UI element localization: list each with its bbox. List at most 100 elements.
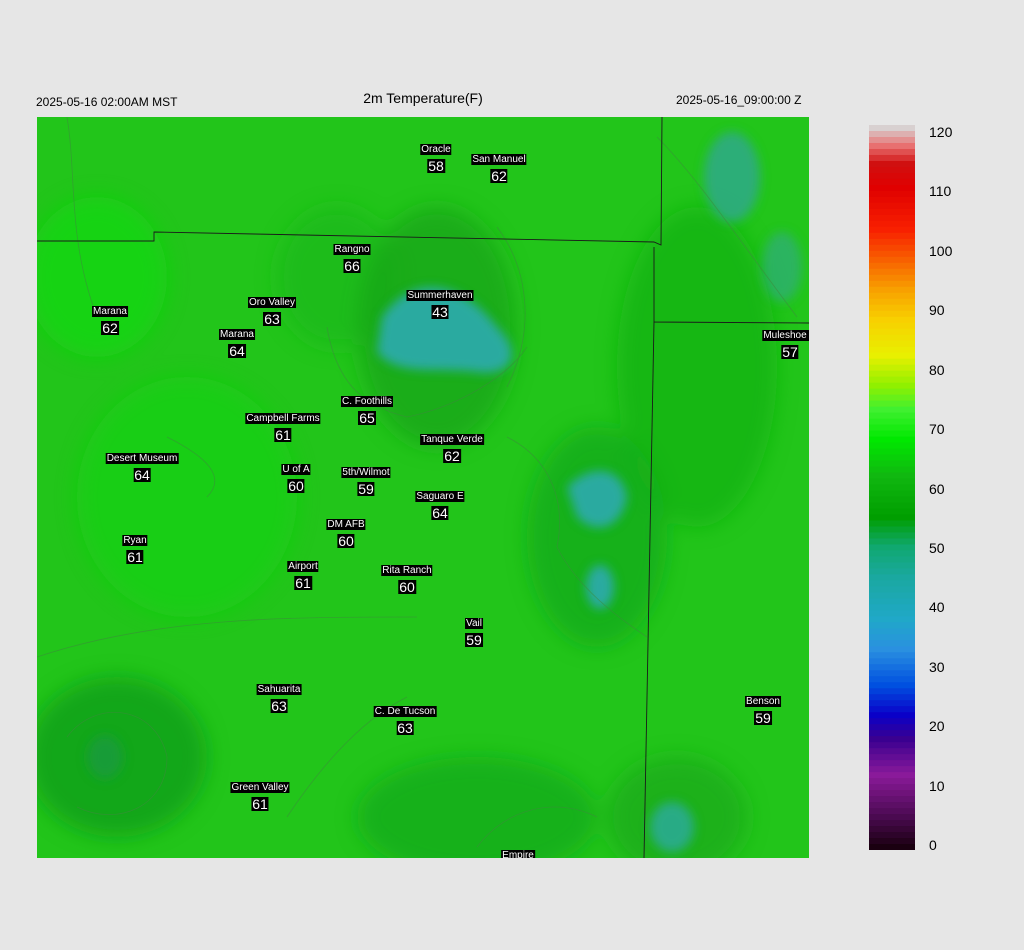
station-name: Marana bbox=[92, 306, 128, 317]
colorbar-band bbox=[869, 580, 915, 587]
colorbar-band bbox=[869, 814, 915, 821]
colorbar-band bbox=[869, 544, 915, 552]
colorbar-band bbox=[869, 412, 915, 420]
colorbar-band bbox=[869, 634, 915, 641]
colorbar-band bbox=[869, 730, 915, 737]
colorbar-band bbox=[869, 226, 915, 234]
colorbar-band bbox=[869, 496, 915, 504]
colorbar-tick-label: 0 bbox=[929, 837, 937, 853]
colorbar-tick-label: 60 bbox=[929, 480, 945, 497]
colorbar-band bbox=[869, 724, 915, 731]
colorbar-band bbox=[869, 478, 915, 486]
colorbar-band bbox=[869, 670, 915, 677]
colorbar-band bbox=[869, 646, 915, 653]
colorbar-band bbox=[869, 772, 915, 779]
colorbar-band bbox=[869, 202, 915, 210]
colorbar-band bbox=[869, 784, 915, 791]
colorbar-band bbox=[869, 664, 915, 671]
colorbar-band bbox=[869, 148, 915, 156]
colorbar-band bbox=[869, 388, 915, 396]
station-value: 61 bbox=[294, 575, 312, 591]
colorbar-band bbox=[869, 304, 915, 312]
station-name: Tanque Verde bbox=[420, 434, 484, 445]
colorbar-band bbox=[869, 322, 915, 330]
colorbar-band bbox=[869, 550, 915, 557]
station-name: U of A bbox=[281, 464, 311, 475]
station-name: Rita Ranch bbox=[381, 565, 433, 576]
colorbar-band bbox=[869, 622, 915, 629]
station-value: 64 bbox=[133, 467, 151, 483]
colorbar-band bbox=[869, 592, 915, 599]
colorbar-band bbox=[869, 214, 915, 222]
colorbar-band bbox=[869, 610, 915, 617]
station-label: Ryan 61 bbox=[122, 530, 148, 564]
station-value: 60 bbox=[337, 533, 355, 549]
station-value: 65 bbox=[358, 410, 376, 426]
station-name: Desert Museum bbox=[105, 453, 179, 464]
colorbar-band bbox=[869, 466, 915, 474]
colorbar-band bbox=[869, 712, 915, 719]
station-label: Saguaro E 64 bbox=[415, 486, 465, 521]
colorbar-tick-label: 20 bbox=[929, 718, 945, 735]
colorbar-tick-label: 100 bbox=[929, 242, 953, 259]
station-value: 59 bbox=[465, 632, 483, 648]
colorbar-band bbox=[869, 382, 915, 390]
colorbar-band bbox=[869, 604, 915, 611]
colorbar-band bbox=[869, 706, 915, 713]
colorbar-band bbox=[869, 178, 915, 186]
station-name: Airport bbox=[287, 561, 319, 572]
colorbar-band bbox=[869, 232, 915, 240]
colorbar-band bbox=[869, 256, 915, 264]
station-name: Benson bbox=[745, 696, 781, 707]
colorbar-tick-label: 70 bbox=[929, 421, 945, 438]
colorbar-band bbox=[869, 514, 915, 522]
colorbar-band bbox=[869, 208, 915, 216]
colorbar-band bbox=[869, 598, 915, 605]
station-name: San Manuel bbox=[471, 154, 527, 165]
colorbar-band bbox=[869, 748, 915, 755]
colorbar-band bbox=[869, 184, 915, 192]
colorbar-band bbox=[869, 460, 915, 468]
colorbar-band bbox=[869, 328, 915, 336]
station-label: C. De Tucson 63 bbox=[373, 701, 437, 736]
station-label: Marana 62 bbox=[92, 301, 128, 335]
colorbar-band bbox=[869, 436, 915, 444]
colorbar-band bbox=[869, 280, 915, 288]
station-value: 61 bbox=[274, 427, 292, 443]
colorbar-tick-label: 120 bbox=[929, 124, 953, 140]
colorbar-band bbox=[869, 340, 915, 348]
colorbar-band bbox=[869, 370, 915, 378]
station-value: 63 bbox=[396, 720, 414, 736]
colorbar-band bbox=[869, 142, 915, 150]
station-label: Rita Ranch 60 bbox=[381, 560, 433, 594]
station-name: Ryan bbox=[122, 535, 148, 546]
colorbar-band bbox=[869, 190, 915, 198]
station-value: 64 bbox=[431, 505, 449, 521]
colorbar-band bbox=[869, 136, 915, 144]
station-value: 58 bbox=[427, 158, 445, 174]
colorbar-band bbox=[869, 424, 915, 432]
colorbar-band bbox=[869, 334, 915, 342]
station-name: C. Foothills bbox=[340, 396, 394, 407]
station-value: 64 bbox=[228, 343, 246, 359]
station-value: 62 bbox=[490, 168, 508, 184]
colorbar-band bbox=[869, 508, 915, 516]
station-label: Marana 64 bbox=[219, 324, 255, 358]
colorbar-band bbox=[869, 694, 915, 701]
colorbar-band bbox=[869, 130, 915, 138]
colorbar-band bbox=[869, 628, 915, 635]
colorbar-band bbox=[869, 826, 915, 833]
temperature-map: Oracle 58 San Manuel 62 Rangno 66 Summerhaven 4… bbox=[37, 117, 809, 858]
colorbar-band bbox=[869, 538, 915, 546]
colorbar-band bbox=[869, 502, 915, 510]
station-name: Vail bbox=[465, 618, 483, 629]
station-value: 60 bbox=[287, 478, 305, 494]
colorbar-tick-label: 50 bbox=[929, 539, 945, 556]
colorbar-band bbox=[869, 820, 915, 827]
station-name: Sahuarita bbox=[256, 684, 302, 695]
station-label: Desert Museum 64 bbox=[105, 448, 179, 483]
colorbar-band bbox=[869, 736, 915, 743]
station-label: Sahuarita 63 bbox=[256, 679, 302, 713]
station-label: U of A 60 bbox=[281, 459, 311, 494]
colorbar-band bbox=[869, 568, 915, 575]
